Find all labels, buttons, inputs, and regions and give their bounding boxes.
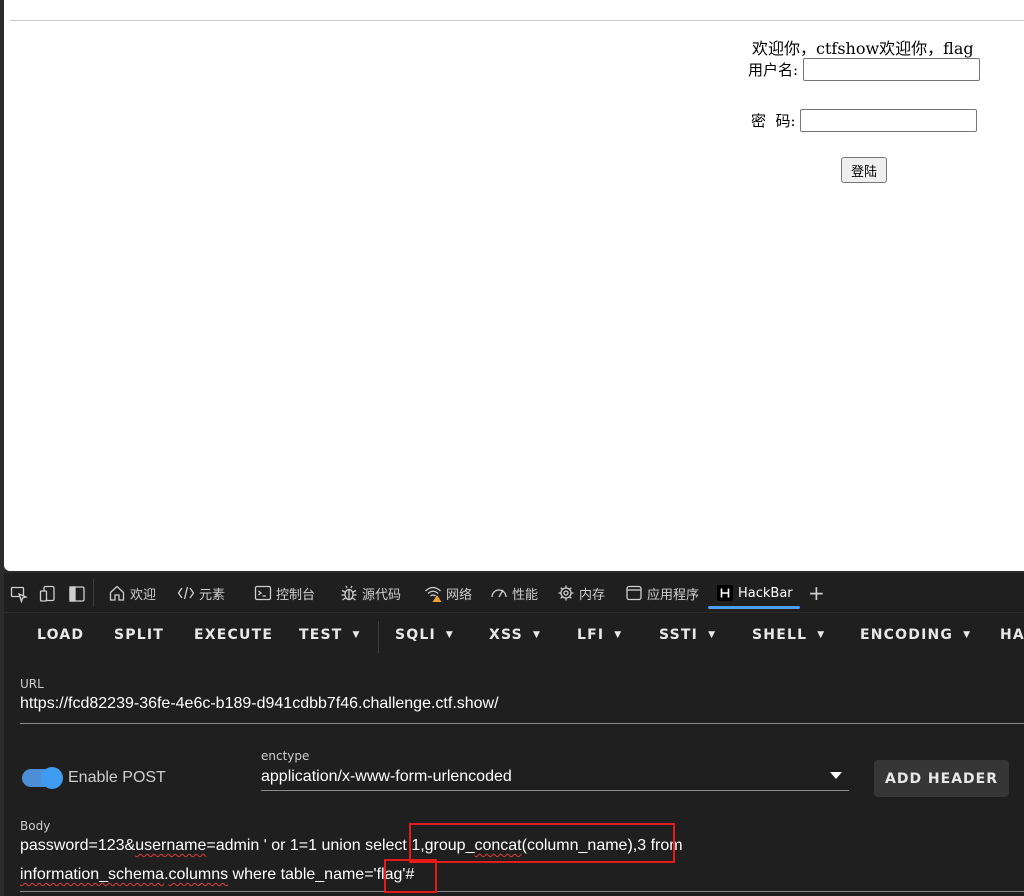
password-input[interactable] <box>800 109 977 132</box>
tab-memory[interactable]: 内存 <box>557 573 605 613</box>
menu-label: SHELL <box>752 627 808 643</box>
menu-shell[interactable]: SHELL ▼ <box>752 627 825 643</box>
wifi-warning-icon <box>425 586 442 602</box>
tab-network[interactable]: 网络 <box>424 573 472 613</box>
toggle-knob <box>41 767 63 789</box>
device-emulation-icon[interactable] <box>39 585 57 603</box>
body-text-misspelled: columns <box>168 866 229 883</box>
inspect-element-icon[interactable] <box>10 585 28 604</box>
page-viewport: 欢迎你，ctfshow欢迎你，flag 用户名: 密 码: 登陆 <box>4 0 1024 571</box>
menu-load[interactable]: LOAD <box>37 627 84 643</box>
chevron-down-icon[interactable] <box>830 772 842 779</box>
menu-label: ENCODING <box>860 627 954 643</box>
menu-label: TEST <box>299 627 343 643</box>
add-tab-button[interactable]: + <box>808 573 825 613</box>
menu-label: EXECUTE <box>194 627 274 643</box>
code-icon <box>177 586 195 600</box>
tab-label: 源代码 <box>362 587 402 603</box>
caret-down-icon: ▼ <box>708 630 717 640</box>
highlight-box-flag <box>384 859 437 893</box>
menu-hashing[interactable]: HA <box>1000 627 1024 643</box>
login-button[interactable]: 登陆 <box>841 157 887 183</box>
home-icon <box>109 585 125 601</box>
username-label: 用户名: <box>748 61 799 79</box>
tab-application[interactable]: 应用程序 <box>625 573 699 613</box>
caret-down-icon: ▼ <box>817 630 826 640</box>
horizontal-rule <box>10 20 1024 21</box>
menu-encoding[interactable]: ENCODING ▼ <box>860 627 971 643</box>
tab-label: 元素 <box>199 587 226 603</box>
tab-label: 欢迎 <box>130 587 157 603</box>
menu-ssti[interactable]: SSTI ▼ <box>659 627 716 643</box>
caret-down-icon: ▼ <box>532 630 542 640</box>
enable-post-toggle[interactable] <box>22 767 63 789</box>
dock-side-icon[interactable] <box>68 585 86 603</box>
tab-divider <box>93 579 94 607</box>
caret-down-icon: ▼ <box>352 630 361 640</box>
caret-down-icon: ▼ <box>963 630 972 640</box>
body-underline <box>20 891 1024 892</box>
console-icon <box>254 585 272 601</box>
hackbar-logo-icon <box>717 585 733 601</box>
plus-icon: + <box>808 581 825 605</box>
tab-label: HackBar <box>738 585 793 601</box>
caret-down-icon: ▼ <box>614 630 623 640</box>
body-text-misspelled: information_schema <box>20 866 165 883</box>
menu-label: XSS <box>489 627 523 643</box>
username-input[interactable] <box>803 58 980 81</box>
menu-lfi[interactable]: LFI ▼ <box>577 627 622 643</box>
caret-down-icon: ▼ <box>445 630 455 640</box>
menu-label: SSTI <box>659 627 699 643</box>
app-window-icon <box>626 585 642 601</box>
menu-xss[interactable]: XSS ▼ <box>489 627 541 643</box>
enctype-underline <box>261 790 849 791</box>
bug-icon <box>341 585 357 601</box>
body-text: password=123& <box>20 837 136 854</box>
menu-label: SPLIT <box>114 627 165 643</box>
hackbar-menu: LOAD SPLIT EXECUTE TEST ▼ SQLI ▼ XSS ▼ LFI ▼… <box>4 613 1024 659</box>
active-tab-indicator <box>708 606 800 609</box>
url-label: URL <box>20 677 44 691</box>
tab-label: 网络 <box>446 587 473 603</box>
tab-elements[interactable]: 元素 <box>177 573 225 613</box>
chip-icon <box>558 585 574 601</box>
tab-label: 应用程序 <box>647 587 700 603</box>
body-label: Body <box>20 819 51 833</box>
enable-post-label: Enable POST <box>68 769 166 786</box>
body-textarea-line-2[interactable]: information_schema.columns where table_n… <box>20 866 414 884</box>
menu-split[interactable]: SPLIT <box>114 627 164 643</box>
tab-welcome[interactable]: 欢迎 <box>108 573 156 613</box>
gauge-icon <box>491 589 507 598</box>
highlight-box-group-concat <box>409 823 675 863</box>
tab-label: 性能 <box>512 587 539 603</box>
menu-test[interactable]: TEST ▼ <box>299 627 361 643</box>
menu-label: SQLI <box>395 627 436 643</box>
menu-execute[interactable]: EXECUTE <box>194 627 273 643</box>
menu-divider <box>378 621 379 653</box>
body-text: =admin ' or 1=1 union sele <box>206 837 395 854</box>
tab-console[interactable]: 控制台 <box>254 573 315 613</box>
add-header-button[interactable]: ADD HEADER <box>874 760 1009 797</box>
menu-label: HA <box>1000 627 1024 643</box>
devtools-panel: 欢迎 元素 控制台 源代码 网络 性能 内存 应用程序 HackBar + LO… <box>4 573 1024 896</box>
tab-performance[interactable]: 性能 <box>490 573 538 613</box>
body-text-misspelled: username <box>135 837 207 854</box>
menu-label: LOAD <box>37 627 85 643</box>
tab-label: 内存 <box>579 587 606 603</box>
devtools-tab-bar: 欢迎 元素 控制台 源代码 网络 性能 内存 应用程序 HackBar + <box>4 573 1024 613</box>
enctype-select[interactable]: application/x-www-form-urlencoded <box>261 768 512 786</box>
tab-sources[interactable]: 源代码 <box>340 573 401 613</box>
menu-sqli[interactable]: SQLI ▼ <box>395 627 454 643</box>
enctype-label: enctype <box>261 749 310 763</box>
url-input[interactable]: https://fcd82239-36fe-4e6c-b189-d941cdbb… <box>20 695 499 713</box>
tab-label: 控制台 <box>276 587 316 603</box>
welcome-message: 欢迎你，ctfshow欢迎你，flag <box>752 39 974 58</box>
password-label: 密 码: <box>751 112 796 130</box>
menu-label: LFI <box>577 627 605 643</box>
url-underline <box>20 723 1024 724</box>
